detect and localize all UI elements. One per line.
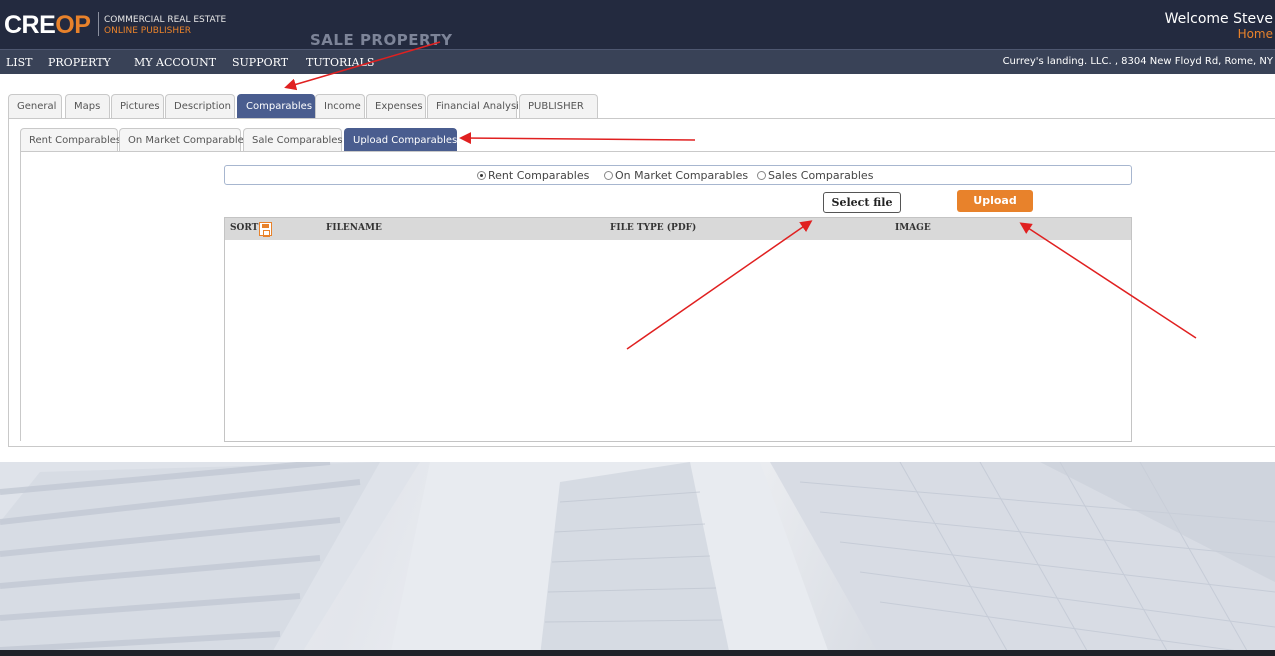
page-title: SALE PROPERTY — [310, 31, 453, 49]
radio-sales-comparables[interactable]: Sales Comparables — [757, 169, 873, 182]
tab-publisher[interactable]: PUBLISHER — [519, 94, 598, 119]
home-link[interactable]: Home — [1238, 27, 1273, 41]
welcome-message: Welcome Steve — [1164, 11, 1273, 27]
radio-label: On Market Comparables — [615, 169, 749, 182]
subtab-rent-comparables[interactable]: Rent Comparables — [20, 128, 121, 152]
tab-general[interactable]: General — [8, 94, 62, 119]
subtab-sale-comparables[interactable]: Sale Comparables — [243, 128, 343, 152]
nav-item-my-account[interactable]: MY ACCOUNT — [134, 56, 216, 69]
main-nav-bar: LIST PROPERTY MY ACCOUNT SUPPORT TUTORIA… — [0, 49, 1275, 74]
column-header-image: IMAGE — [895, 223, 931, 233]
radio-rent-comparables[interactable]: Rent Comparables — [477, 169, 589, 182]
radio-label: Sales Comparables — [768, 169, 874, 182]
logo-divider — [98, 12, 99, 36]
select-file-button[interactable]: Select file — [823, 192, 901, 213]
site-header: CREOP COMMERCIAL REAL ESTATE ONLINE PUBL… — [0, 0, 1275, 49]
radio-label: Rent Comparables — [488, 169, 590, 182]
column-header-sort[interactable]: SORT — [230, 223, 258, 233]
logo-cre-text: CRE — [4, 11, 56, 39]
creop-logo[interactable]: CREOP — [4, 11, 91, 40]
column-header-file-type: FILE TYPE (PDF) — [610, 223, 697, 233]
logo-op-text: OP — [55, 11, 91, 39]
background-building-image — [0, 462, 1275, 656]
tab-income[interactable]: Income — [315, 94, 365, 119]
nav-item-list[interactable]: LIST — [6, 56, 33, 69]
tab-maps[interactable]: Maps — [65, 94, 110, 119]
logo-tagline-line2: ONLINE PUBLISHER — [104, 26, 192, 36]
tab-pictures[interactable]: Pictures — [111, 94, 164, 119]
tab-financial-analysis[interactable]: Financial Analysis — [427, 94, 524, 119]
tab-expenses[interactable]: Expenses — [366, 94, 426, 119]
radio-unselected-icon — [757, 171, 766, 180]
main-tabs-baseline — [8, 118, 1275, 119]
uploaded-files-table: SORT FILENAME FILE TYPE (PDF) IMAGE — [224, 217, 1132, 442]
bottom-bar — [0, 650, 1275, 656]
comparable-type-selector: Rent Comparables On Market Comparables S… — [224, 165, 1132, 185]
logo-tagline-line1: COMMERCIAL REAL ESTATE — [104, 15, 227, 25]
column-header-filename: FILENAME — [326, 223, 382, 233]
property-address: Currey's landing. LLC. , 8304 New Floyd … — [1002, 56, 1273, 67]
sub-tabs-baseline — [20, 151, 1275, 152]
radio-unselected-icon — [604, 171, 613, 180]
subtab-on-market-comparables[interactable]: On Market Comparables — [119, 128, 249, 152]
radio-selected-icon — [477, 171, 486, 180]
nav-item-tutorials[interactable]: TUTORIALS — [306, 56, 374, 69]
radio-on-market-comparables[interactable]: On Market Comparables — [604, 169, 748, 182]
upload-button[interactable]: Upload — [957, 190, 1033, 212]
nav-item-property[interactable]: PROPERTY — [48, 56, 111, 69]
tab-description[interactable]: Description — [165, 94, 235, 119]
table-header: SORT FILENAME FILE TYPE (PDF) IMAGE — [225, 218, 1131, 240]
subtab-upload-comparables[interactable]: Upload Comparables — [344, 128, 457, 152]
nav-item-support[interactable]: SUPPORT — [232, 56, 288, 69]
save-disk-icon[interactable] — [259, 222, 272, 237]
tab-comparables[interactable]: Comparables — [237, 94, 315, 119]
